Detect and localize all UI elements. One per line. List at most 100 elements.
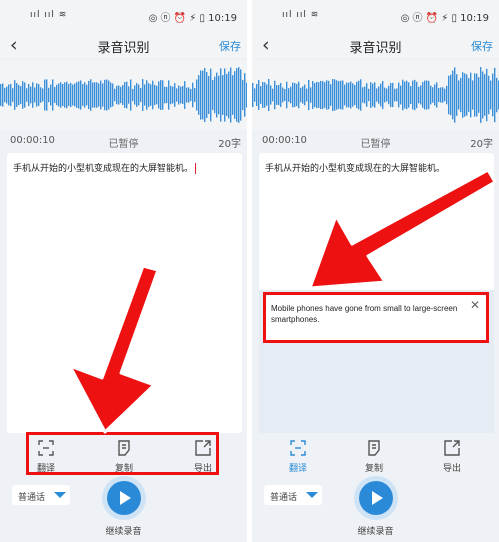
waveform-bar [0, 84, 2, 106]
waveform-bar [110, 82, 112, 108]
waveform-bar [166, 86, 168, 104]
waveform-bar [142, 79, 144, 111]
waveform-bar [108, 80, 110, 110]
waveform-bar [14, 80, 16, 110]
play-button[interactable] [359, 481, 393, 515]
waveform-bar [132, 88, 134, 102]
save-button[interactable]: 保存 [219, 38, 241, 54]
waveform-bar [412, 80, 414, 110]
waveform-bar [396, 88, 398, 102]
page-title: 录音识别 [97, 41, 150, 56]
waveform-bar [266, 84, 268, 106]
continue-record-button[interactable] [354, 476, 398, 520]
char-count: 20字 [470, 139, 493, 150]
waveform-bar [320, 80, 322, 110]
waveform-bar [422, 82, 424, 108]
waveform-bar [112, 83, 114, 107]
waveform-bar [372, 83, 374, 107]
export-label: 导出 [442, 464, 461, 474]
waveform-bar [482, 71, 484, 119]
translation-result[interactable]: Mobile phones have gone from small to la… [263, 292, 489, 343]
waveform-bar [354, 84, 356, 106]
waveform-bar [356, 81, 358, 109]
title-bar: ‹ 录音识别 保存 [252, 32, 499, 58]
language-select[interactable]: 普通话 [12, 485, 70, 505]
waveform-bar [348, 82, 350, 108]
waveform-bar [66, 81, 68, 109]
waveform-bar [360, 79, 362, 111]
waveform-bar [256, 83, 258, 107]
transcript-text[interactable]: 手机从开始的小型机变成现在的大屏智能机。 [13, 161, 197, 174]
export-button[interactable]: 导出 [432, 439, 472, 474]
waveform-bar [42, 88, 44, 102]
waveform-bar [136, 83, 138, 107]
play-button[interactable] [107, 481, 141, 515]
waveform-bar [414, 79, 416, 111]
continue-record-button[interactable] [102, 476, 146, 520]
waveform-bar [442, 87, 444, 103]
waveform-bar [314, 82, 316, 108]
waveform-bar [476, 73, 478, 117]
waveform-bar [434, 84, 436, 106]
waveform-bar [468, 78, 470, 112]
language-select[interactable]: 普通话 [264, 485, 322, 505]
transcript-card[interactable]: 手机从开始的小型机变成现在的大屏智能机。 [7, 153, 242, 433]
waveform-bar [230, 67, 232, 123]
text-cursor [195, 163, 197, 174]
waveform-bar [216, 72, 218, 118]
copy-label: 复制 [364, 464, 383, 474]
clock: 10:19 [460, 13, 489, 24]
waveform-bar [32, 82, 34, 108]
waveform-bar [186, 87, 188, 103]
waveform-bar [310, 87, 312, 103]
waveform-bar [150, 84, 152, 106]
waveform-bar [304, 84, 306, 106]
waveform-bar [198, 75, 200, 115]
waveform-bar [362, 87, 364, 103]
waveform-bar [188, 87, 190, 103]
waveform-bar [86, 84, 88, 106]
waveform-bar [386, 88, 388, 102]
waveform-bar [336, 80, 338, 110]
waveform-bar [194, 88, 196, 102]
waveform-bar [170, 85, 172, 105]
waveform-bar [270, 85, 272, 105]
waveform-bar [204, 67, 206, 123]
waveform-bar [222, 75, 224, 115]
waveform-bar [82, 84, 84, 106]
waveform-bar [56, 84, 58, 106]
waveform-bar [284, 88, 286, 102]
waveform-bar [96, 82, 98, 108]
waveform-bar [28, 84, 30, 106]
waveform-bar [206, 72, 208, 118]
transcript-card[interactable]: 手机从开始的小型机变成现在的大屏智能机。 Mobile phones have … [259, 153, 494, 433]
translate-button[interactable]: 翻译 [278, 439, 318, 474]
waveform-bar [236, 68, 238, 122]
waveform-bar [48, 87, 50, 103]
waveform-bar [160, 80, 162, 110]
copy-button[interactable]: 复制 [354, 439, 394, 474]
waveform-bar [210, 68, 212, 122]
waveform-bar [464, 73, 466, 117]
screen-right: ııl ııl ≋ ◎ ⓝ ⏰ ⚡ ▯ 10:19 ‹ 录音识别 保存 00:0… [252, 0, 499, 542]
save-button[interactable]: 保存 [471, 38, 493, 54]
waveform-bar [168, 80, 170, 110]
waveform-bar [410, 86, 412, 104]
waveform-bar [38, 84, 40, 106]
waveform-bar [232, 75, 234, 115]
waveform-bar [394, 88, 396, 102]
waveform-bar [92, 82, 94, 108]
transcript-text[interactable]: 手机从开始的小型机变成现在的大屏智能机。 [265, 161, 445, 174]
waveform-bar [436, 82, 438, 108]
waveform-bar [240, 69, 242, 121]
waveform-bar [416, 81, 418, 109]
waveform-bar [52, 79, 54, 111]
close-icon[interactable]: ✕ [470, 298, 480, 312]
waveform-bar [288, 88, 290, 102]
waveform-bar [462, 72, 464, 118]
waveform-bar [334, 79, 336, 111]
waveform-bar [184, 81, 186, 109]
waveform-bar [8, 84, 10, 106]
waveform-bar [426, 80, 428, 110]
waveform-bar [264, 82, 266, 108]
